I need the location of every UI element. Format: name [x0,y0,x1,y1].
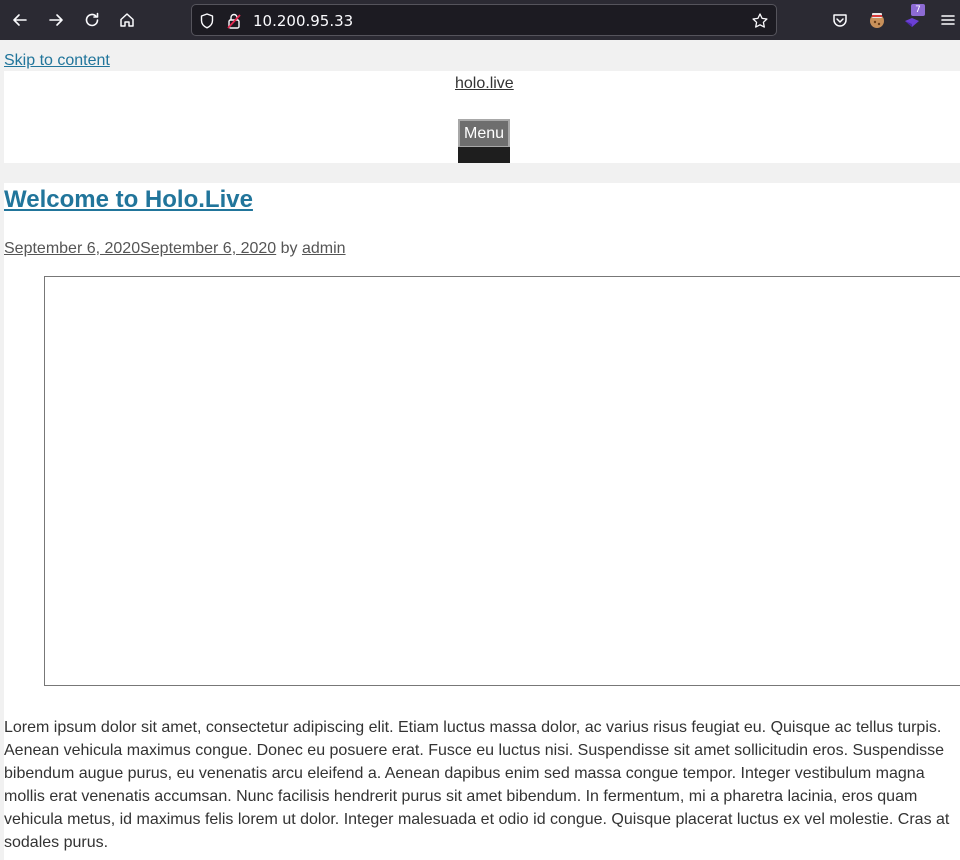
post-author-link[interactable]: admin [302,240,346,257]
browser-toolbar: 10.200.95.33 7 [0,0,960,40]
post-meta: September 6, 2020September 6, 2020 by ad… [4,240,346,258]
site-title-link[interactable]: holo.live [455,75,514,93]
cookie-extension-icon[interactable] [865,8,889,32]
menu-dropdown-bar [458,147,510,163]
hamburger-menu-icon[interactable] [936,8,960,32]
post-title-link[interactable]: Welcome to Holo.Live [4,186,253,214]
extension-badge: 7 [911,4,925,16]
back-icon[interactable] [8,8,32,32]
pocket-icon[interactable] [828,8,852,32]
embedded-media-frame[interactable] [44,276,960,686]
post-by-label: by [280,240,302,257]
lock-warning-icon[interactable] [225,12,243,30]
url-bar[interactable]: 10.200.95.33 [191,4,777,36]
url-text[interactable]: 10.200.95.33 [253,11,353,31]
reload-icon[interactable] [80,8,104,32]
skip-to-content-link[interactable]: Skip to content [4,52,110,70]
post-body-text: Lorem ipsum dolor sit amet, consectetur … [4,719,950,851]
post-date-published: September 6, 2020 [4,240,141,257]
home-icon[interactable] [115,8,139,32]
post-date-updated: September 6, 2020 [140,240,277,257]
shield-icon[interactable] [198,12,216,30]
star-icon[interactable] [751,12,769,30]
top-band [0,40,960,71]
header-separator [0,163,960,183]
menu-button[interactable]: Menu [458,119,510,148]
forward-icon[interactable] [44,8,68,32]
post-date-link[interactable]: September 6, 2020September 6, 2020 [4,240,276,257]
page-viewport: Skip to content holo.live Menu Welcome t… [0,40,960,860]
